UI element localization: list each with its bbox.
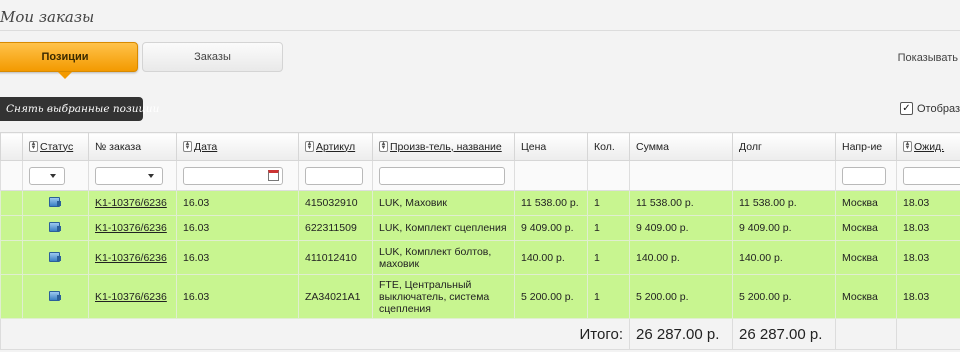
debt-cell: 140.00 р.: [732, 240, 836, 275]
table-row: K1-10376/6236 16.03 ZA34021A1 FTE, Центр…: [0, 274, 960, 319]
col-maker[interactable]: ▲ ▼ Произв-тель, название: [372, 132, 515, 161]
col-debt: Долг: [732, 132, 836, 161]
sort-icon[interactable]: ▲ ▼: [183, 141, 192, 153]
col-date[interactable]: ▲ ▼ Дата: [176, 132, 299, 161]
sort-icon[interactable]: ▲ ▼: [379, 141, 388, 153]
total-debt: 26 287.00 р.: [732, 318, 836, 350]
maker-cell: LUK, Комплект сцепления: [372, 215, 515, 241]
totals-row: Итого: 26 287.00 р. 26 287.00 р.: [0, 318, 960, 350]
sum-cell: 5 200.00 р.: [629, 274, 733, 319]
order-link[interactable]: K1-10376/6236: [95, 222, 167, 234]
order-link[interactable]: K1-10376/6236: [95, 252, 167, 264]
status-icon[interactable]: [49, 290, 62, 301]
article-cell: ZA34021A1: [298, 274, 373, 319]
show-dropdown-label[interactable]: Показывать: [898, 52, 958, 64]
col-direction: Напр-ие: [835, 132, 897, 161]
date-cell: 16.03: [176, 274, 299, 319]
debt-cell: 11 538.00 р.: [732, 190, 836, 216]
maker-cell: LUK, Маховик: [372, 190, 515, 216]
price-cell: 9 409.00 р.: [514, 215, 588, 241]
col-price: Цена: [514, 132, 588, 161]
sort-icon[interactable]: ▲ ▼: [903, 141, 912, 153]
status-icon[interactable]: [49, 196, 62, 207]
article-cell: 411012410: [298, 240, 373, 275]
expected-cell: 18.03: [896, 274, 960, 319]
date-cell: 16.03: [176, 240, 299, 275]
select-column-header: [0, 132, 23, 161]
article-cell: 415032910: [298, 190, 373, 216]
direction-cell: Москва: [835, 190, 897, 216]
qty-cell: 1: [587, 240, 630, 275]
date-cell: 16.03: [176, 190, 299, 216]
direction-cell: Москва: [835, 274, 897, 319]
price-cell: 11 538.00 р.: [514, 190, 588, 216]
col-qty: Кол.: [587, 132, 630, 161]
qty-cell: 1: [587, 274, 630, 319]
table-row: K1-10376/6236 16.03 415032910 LUK, Махов…: [0, 190, 960, 216]
status-icon[interactable]: [49, 221, 62, 232]
tab-orders[interactable]: Заказы: [142, 42, 283, 72]
tab-positions[interactable]: Позиции: [0, 42, 138, 72]
display-checkbox[interactable]: ✓: [900, 102, 913, 115]
table-row: K1-10376/6236 16.03 411012410 LUK, Компл…: [0, 240, 960, 275]
col-status[interactable]: ▲ ▼ Статус: [22, 132, 89, 161]
date-cell: 16.03: [176, 215, 299, 241]
remove-selected-button[interactable]: Снять выбранные позиции: [0, 97, 159, 121]
table-row: K1-10376/6236 16.03 622311509 LUK, Компл…: [0, 215, 960, 241]
direction-cell: Москва: [835, 240, 897, 275]
display-option-label: Отобрази: [917, 102, 960, 115]
sort-icon[interactable]: ▲ ▼: [29, 141, 38, 153]
col-order-no: № заказа: [88, 132, 177, 161]
direction-cell: Москва: [835, 215, 897, 241]
price-cell: 5 200.00 р.: [514, 274, 588, 319]
total-sum: 26 287.00 р.: [629, 318, 733, 350]
sort-icon[interactable]: ▲ ▼: [305, 141, 314, 153]
qty-cell: 1: [587, 215, 630, 241]
positions-table: ▲ ▼ Статус № заказа ▲ ▼ Дата ▲ ▼ Артикул ▲ ▼ Про…: [0, 132, 960, 350]
page-title: Мои заказы: [0, 8, 95, 26]
status-filter-select[interactable]: [29, 166, 65, 185]
display-option[interactable]: ✓ Отобрази: [900, 102, 960, 115]
expected-cell: 18.03: [896, 190, 960, 216]
sum-cell: 140.00 р.: [629, 240, 733, 275]
price-cell: 140.00 р.: [514, 240, 588, 275]
calendar-icon[interactable]: [268, 169, 279, 181]
expected-cell: 18.03: [896, 215, 960, 241]
article-filter-input[interactable]: [305, 166, 363, 185]
col-sum: Сумма: [629, 132, 733, 161]
article-cell: 622311509: [298, 215, 373, 241]
maker-cell: FTE, Центральный выключатель, система сц…: [372, 274, 515, 319]
sum-cell: 9 409.00 р.: [629, 215, 733, 241]
debt-cell: 9 409.00 р.: [732, 215, 836, 241]
title-divider: [0, 30, 960, 31]
col-article[interactable]: ▲ ▼ Артикул: [298, 132, 373, 161]
col-expected[interactable]: ▲ ▼ Ожид.: [896, 132, 960, 161]
order-link[interactable]: K1-10376/6236: [95, 291, 167, 303]
date-filter-input[interactable]: [183, 166, 283, 185]
maker-cell: LUK, Комплект болтов, маховик: [372, 240, 515, 275]
active-tab-pointer: [58, 72, 72, 79]
status-icon[interactable]: [49, 251, 62, 262]
totals-label: Итого:: [0, 318, 630, 350]
order-link[interactable]: K1-10376/6236: [95, 197, 167, 209]
order-filter-select[interactable]: [95, 166, 163, 185]
qty-cell: 1: [587, 190, 630, 216]
expected-cell: 18.03: [896, 240, 960, 275]
expected-filter-input[interactable]: [903, 166, 960, 185]
sum-cell: 11 538.00 р.: [629, 190, 733, 216]
maker-filter-input[interactable]: [379, 166, 505, 185]
direction-filter-input[interactable]: [842, 166, 886, 185]
debt-cell: 5 200.00 р.: [732, 274, 836, 319]
